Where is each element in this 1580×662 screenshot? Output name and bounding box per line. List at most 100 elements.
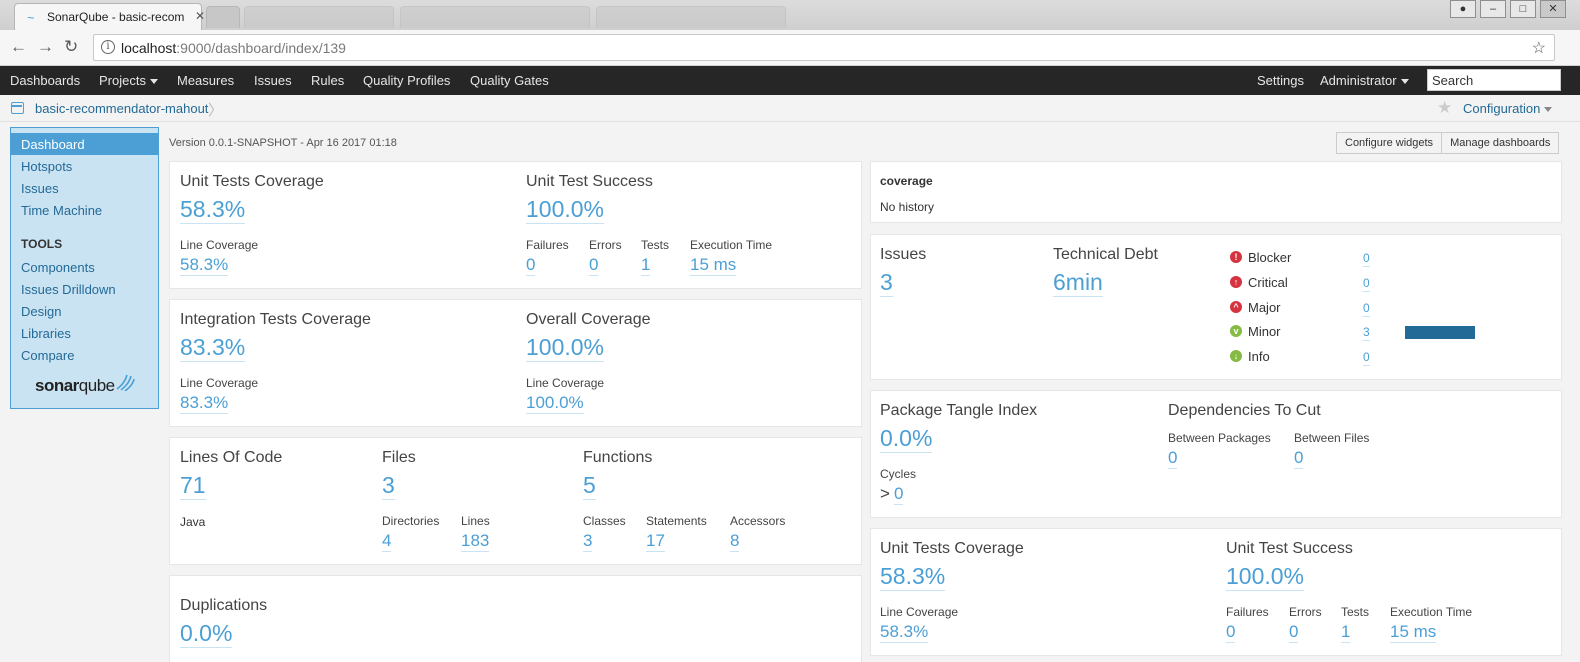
bookmark-star-icon[interactable]: ☆ <box>1532 38 1546 58</box>
unit-test-success-value[interactable]: 100.0% <box>1226 563 1305 591</box>
integration-coverage-widget: Integration Tests Coverage 83.3% Line Co… <box>169 299 862 427</box>
minimize-icon[interactable]: – <box>1480 0 1506 18</box>
nav-issues[interactable]: Issues <box>254 73 292 88</box>
sidebar-item-hotspots[interactable]: Hotspots <box>11 155 158 177</box>
nav-quality-profiles[interactable]: Quality Profiles <box>363 73 450 88</box>
directories-value[interactable]: 4 <box>382 531 392 552</box>
line-coverage-label: Line Coverage <box>880 605 959 619</box>
severity-minor-count[interactable]: 3 <box>1363 325 1370 341</box>
coverage-history-title: coverage <box>880 174 933 188</box>
errors-value[interactable]: 0 <box>589 255 599 276</box>
major-icon: ^ <box>1230 301 1242 313</box>
top-navigation: Dashboards Projects Measures Issues Rule… <box>0 66 1580 95</box>
sidebar-item-compare[interactable]: Compare <box>11 344 158 366</box>
back-arrow-icon[interactable]: ← <box>10 37 27 57</box>
sidebar-item-design[interactable]: Design <box>11 300 158 322</box>
sidebar-item-time-machine[interactable]: Time Machine <box>11 199 158 221</box>
nav-settings[interactable]: Settings <box>1257 73 1304 88</box>
duplications-value[interactable]: 0.0% <box>180 620 233 648</box>
between-files-value[interactable]: 0 <box>1294 448 1304 469</box>
lines-label: Lines <box>461 514 490 528</box>
sidebar-item-libraries[interactable]: Libraries <box>11 322 158 344</box>
breadcrumb-project[interactable]: basic-recommendator-mahout <box>35 101 208 116</box>
lines-of-code-value[interactable]: 71 <box>180 472 206 500</box>
line-coverage-value[interactable]: 58.3% <box>180 255 229 276</box>
execution-time-value[interactable]: 15 ms <box>1390 622 1437 643</box>
reload-icon[interactable]: ↻ <box>64 37 78 57</box>
classes-value[interactable]: 3 <box>583 531 593 552</box>
severity-critical-label[interactable]: Critical <box>1248 275 1288 290</box>
overall-line-coverage-value[interactable]: 100.0% <box>526 393 584 414</box>
critical-icon: ↑ <box>1230 276 1242 288</box>
accessors-label: Accessors <box>730 514 786 528</box>
issues-title: Issues <box>880 246 927 263</box>
errors-label: Errors <box>1289 605 1322 619</box>
functions-value[interactable]: 5 <box>583 472 596 500</box>
severity-minor-label[interactable]: Minor <box>1248 324 1281 339</box>
severity-major-label[interactable]: Major <box>1248 300 1281 315</box>
manage-dashboards-button[interactable]: Manage dashboards <box>1442 132 1560 154</box>
tests-value[interactable]: 1 <box>641 255 651 276</box>
unit-test-success-value[interactable]: 100.0% <box>526 196 605 224</box>
unit-test-success-title: Unit Test Success <box>1226 540 1353 557</box>
severity-blocker-label[interactable]: Blocker <box>1248 250 1291 265</box>
browser-tab-background[interactable] <box>596 6 786 28</box>
cycles-value[interactable]: 0 <box>894 484 904 505</box>
browser-toolbar: ← → ↻ i localhost:9000/dashboard/index/1… <box>0 30 1580 66</box>
sidebar-item-issues-drilldown[interactable]: Issues Drilldown <box>11 278 158 300</box>
configure-widgets-button[interactable]: Configure widgets <box>1336 132 1443 154</box>
technical-debt-value[interactable]: 6min <box>1053 269 1103 297</box>
favorite-star-icon[interactable]: ★ <box>1437 98 1452 118</box>
overall-coverage-value[interactable]: 100.0% <box>526 334 605 362</box>
severity-critical-count[interactable]: 0 <box>1363 276 1370 292</box>
logo-text-qube: qube <box>78 376 115 395</box>
line-coverage-value[interactable]: 58.3% <box>880 622 929 643</box>
sidebar-item-dashboard[interactable]: Dashboard <box>11 133 158 155</box>
severity-info-label[interactable]: Info <box>1248 349 1270 364</box>
between-packages-value[interactable]: 0 <box>1168 448 1178 469</box>
errors-value[interactable]: 0 <box>1289 622 1299 643</box>
package-tangle-index-value[interactable]: 0.0% <box>880 425 933 453</box>
sidebar-item-components[interactable]: Components <box>11 256 158 278</box>
execution-time-value[interactable]: 15 ms <box>690 255 737 276</box>
unit-tests-coverage-value[interactable]: 58.3% <box>180 196 246 224</box>
nav-administrator[interactable]: Administrator <box>1320 73 1409 88</box>
files-value[interactable]: 3 <box>382 472 395 500</box>
issues-value[interactable]: 3 <box>880 269 893 297</box>
browser-tab-title: SonarQube - basic-recom <box>47 10 185 24</box>
tests-value[interactable]: 1 <box>1341 622 1351 643</box>
nav-projects[interactable]: Projects <box>99 73 158 88</box>
severity-major-count[interactable]: 0 <box>1363 301 1370 317</box>
accessors-value[interactable]: 8 <box>730 531 740 552</box>
severity-blocker-count[interactable]: 0 <box>1363 251 1370 267</box>
browser-tab-background[interactable] <box>244 6 394 28</box>
integration-tests-coverage-value[interactable]: 83.3% <box>180 334 246 362</box>
browser-tab-active[interactable]: ~ SonarQube - basic-recom ✕ <box>14 3 205 30</box>
unit-tests-coverage-value[interactable]: 58.3% <box>880 563 946 591</box>
it-line-coverage-label: Line Coverage <box>180 376 259 390</box>
it-line-coverage-value[interactable]: 83.3% <box>180 393 229 414</box>
url-text: localhost:9000/dashboard/index/139 <box>121 40 346 56</box>
severity-info-count[interactable]: 0 <box>1363 350 1370 366</box>
configuration-menu[interactable]: Configuration <box>1463 101 1553 116</box>
lines-value[interactable]: 183 <box>461 531 490 552</box>
nav-measures[interactable]: Measures <box>177 73 234 88</box>
nav-dashboards[interactable]: Dashboards <box>10 73 80 88</box>
statements-value[interactable]: 17 <box>646 531 665 552</box>
maximize-icon[interactable]: □ <box>1510 0 1536 18</box>
global-search-input[interactable] <box>1427 69 1561 91</box>
user-profile-icon[interactable]: ● <box>1450 0 1476 18</box>
info-icon[interactable]: i <box>101 40 115 54</box>
failures-value[interactable]: 0 <box>526 255 536 276</box>
failures-value[interactable]: 0 <box>1226 622 1236 643</box>
close-tab-icon[interactable]: ✕ <box>195 9 205 23</box>
failures-label: Failures <box>526 238 569 252</box>
browser-tab-background[interactable] <box>400 6 590 28</box>
new-tab-button[interactable] <box>206 6 240 28</box>
close-window-icon[interactable]: ✕ <box>1540 0 1566 18</box>
forward-arrow-icon[interactable]: → <box>37 37 54 57</box>
nav-rules[interactable]: Rules <box>311 73 344 88</box>
address-bar[interactable]: i localhost:9000/dashboard/index/139 ☆ <box>93 34 1555 61</box>
nav-quality-gates[interactable]: Quality Gates <box>470 73 549 88</box>
sidebar-item-issues[interactable]: Issues <box>11 177 158 199</box>
